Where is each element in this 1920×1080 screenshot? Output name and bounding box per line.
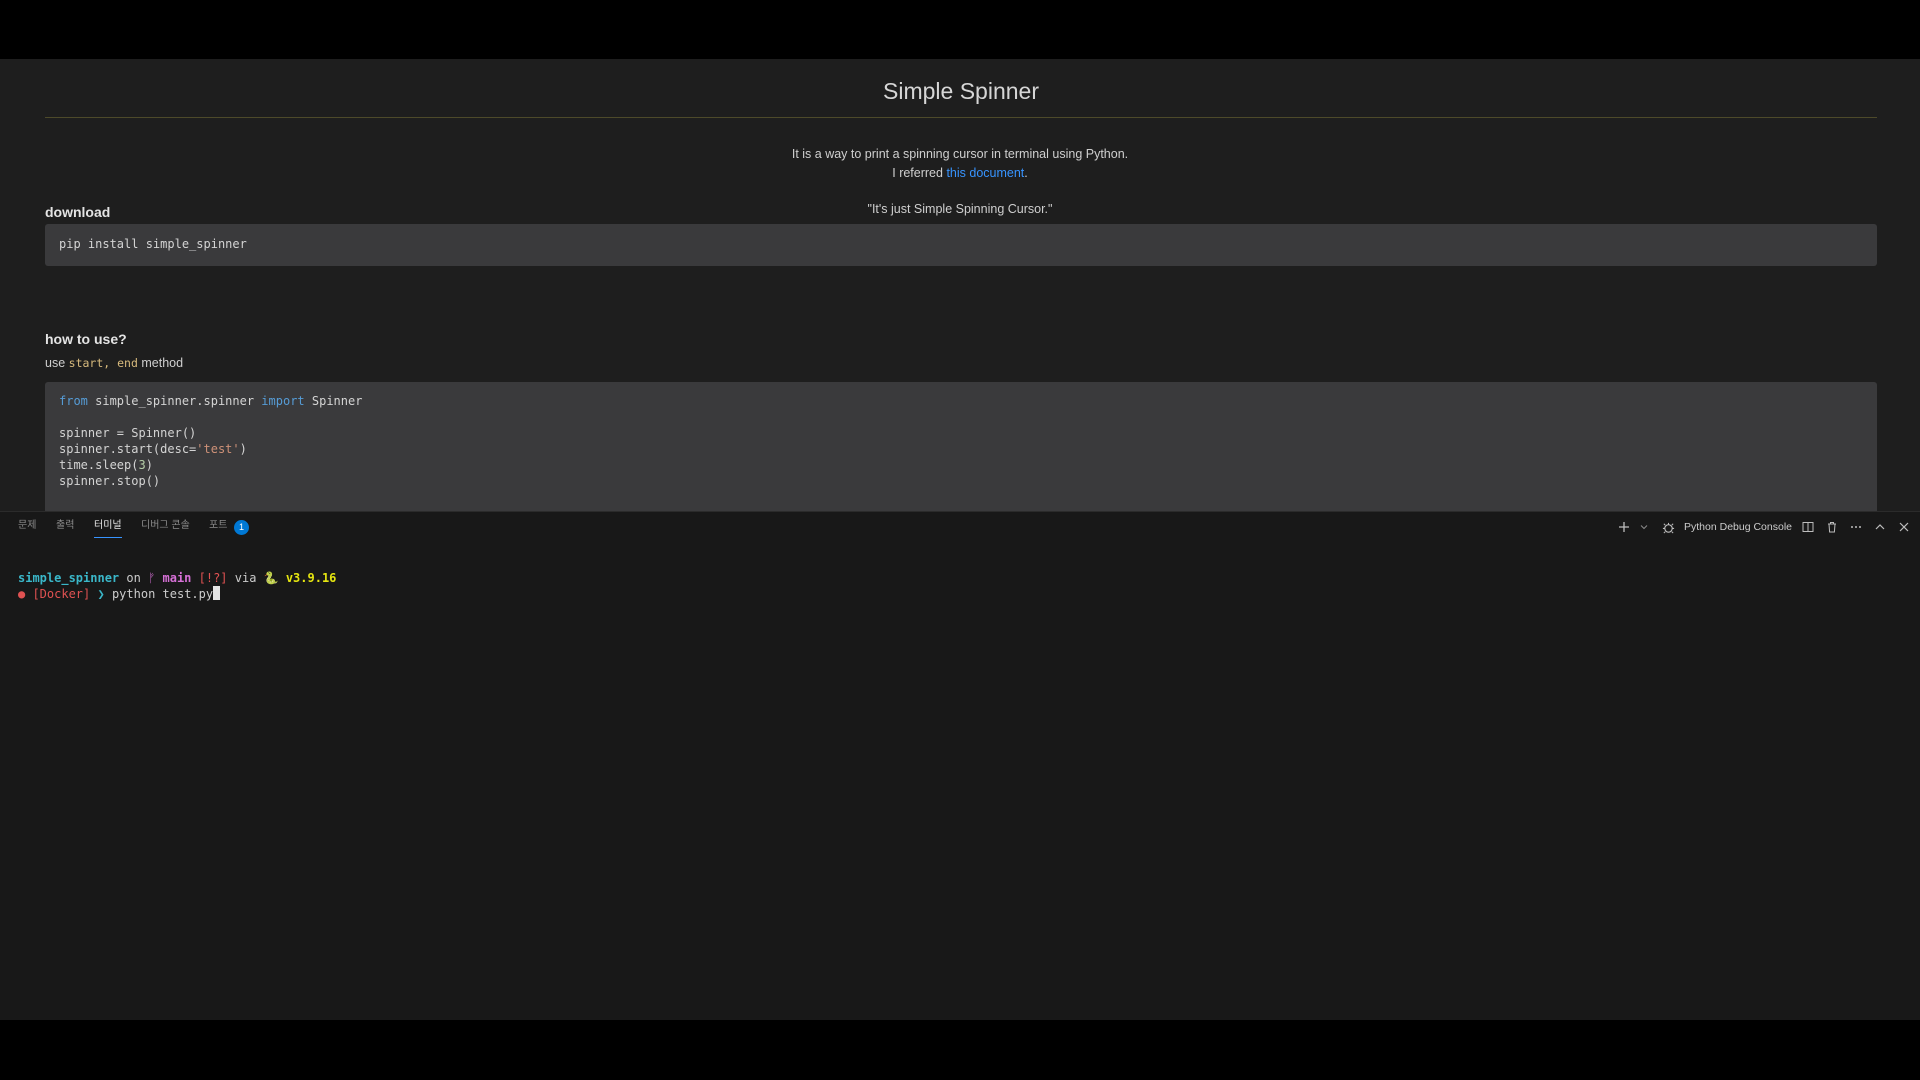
code-line-6: spinner.stop() bbox=[59, 474, 161, 488]
download-code-block: pip install simple_spinner bbox=[45, 224, 1877, 266]
usage-comma: , bbox=[103, 356, 118, 370]
bottom-black-bar bbox=[0, 1020, 1920, 1080]
split-terminal-icon[interactable] bbox=[1800, 519, 1816, 535]
tab-terminal[interactable]: 터미널 bbox=[94, 519, 122, 538]
code-import-name: Spinner bbox=[304, 394, 363, 408]
terminal-git-status: [!?] bbox=[191, 571, 228, 585]
terminal-command: python test.py bbox=[111, 587, 214, 601]
code-line-4-b: ) bbox=[239, 442, 247, 456]
terminal-branch: main bbox=[155, 571, 192, 585]
top-black-bar bbox=[0, 0, 1920, 59]
markdown-preview: Simple Spinner It is a way to print a sp… bbox=[0, 59, 1920, 511]
close-panel-icon[interactable] bbox=[1896, 519, 1912, 535]
reference-link[interactable]: this document bbox=[946, 166, 1024, 180]
tagline-quote: "It's just Simple Spinning Cursor." bbox=[867, 202, 1053, 216]
tab-problems[interactable]: 문제 bbox=[18, 519, 36, 537]
terminal-line-1: simple_spinner on ᚠ main [!?] via 🐍 v3.9… bbox=[18, 570, 336, 586]
code-line-5-a: time.sleep( bbox=[59, 458, 139, 472]
chevron-down-icon[interactable] bbox=[1636, 519, 1652, 535]
panel-tabs: 문제 출력 터미널 디버그 콘솔 포트 1 Python Debug Conso… bbox=[0, 512, 1920, 542]
usage-code-block: from simple_spinner.spinner import Spinn… bbox=[45, 382, 1877, 511]
panel-actions: Python Debug Console bbox=[1616, 518, 1912, 536]
usage-text: use start, end method bbox=[45, 356, 183, 370]
intro-text: It is a way to print a spinning cursor i… bbox=[0, 145, 1920, 183]
terminal-on: on bbox=[119, 571, 149, 585]
intro-line-1: It is a way to print a spinning cursor i… bbox=[791, 147, 1129, 161]
code-line-1: from simple_spinner.spinner import Spinn… bbox=[59, 394, 362, 408]
usage-start-method: start bbox=[68, 356, 104, 370]
usage-end-method: end bbox=[117, 356, 138, 370]
intro-line-2-prefix: I referred bbox=[892, 166, 947, 180]
tab-debug-console[interactable]: 디버그 콘솔 bbox=[141, 519, 190, 537]
tab-ports[interactable]: 포트 bbox=[209, 519, 227, 537]
code-keyword-from: from bbox=[59, 394, 88, 408]
code-keyword-import: import bbox=[261, 394, 305, 408]
more-actions-icon[interactable] bbox=[1848, 519, 1864, 535]
download-heading: download bbox=[45, 204, 111, 220]
terminal-cursor bbox=[213, 586, 221, 600]
bottom-panel: 문제 출력 터미널 디버그 콘솔 포트 1 Python Debug Conso… bbox=[0, 511, 1920, 1021]
code-number: 3 bbox=[138, 458, 146, 472]
python-version: v3.9.16 bbox=[278, 571, 337, 585]
code-line-3: spinner = Spinner() bbox=[59, 426, 197, 440]
code-module: simple_spinner.spinner bbox=[87, 394, 262, 408]
download-code: pip install simple_spinner bbox=[59, 237, 247, 251]
code-line-5-b: ) bbox=[145, 458, 153, 472]
terminal-directory: simple_spinner bbox=[18, 571, 120, 585]
ports-count-badge: 1 bbox=[234, 520, 249, 535]
maximize-panel-icon[interactable] bbox=[1872, 519, 1888, 535]
terminal-name[interactable]: Python Debug Console bbox=[1684, 521, 1792, 533]
howto-heading: how to use? bbox=[45, 331, 127, 347]
trash-icon[interactable] bbox=[1824, 519, 1840, 535]
docker-context: [Docker] bbox=[25, 587, 91, 601]
prompt-symbol: ❯ bbox=[90, 587, 112, 601]
bug-icon bbox=[1660, 519, 1676, 535]
new-terminal-icon[interactable] bbox=[1616, 519, 1632, 535]
code-line-5: time.sleep(3) bbox=[59, 458, 153, 472]
terminal-line-2: ● [Docker] ❯ python test.py bbox=[18, 586, 336, 602]
terminal-via: via bbox=[227, 571, 264, 585]
intro-line-2-suffix: . bbox=[1024, 166, 1028, 180]
code-line-4: spinner.start(desc='test') bbox=[59, 442, 247, 456]
usage-suffix: method bbox=[137, 356, 184, 370]
code-string: 'test' bbox=[196, 442, 240, 456]
code-line-4-a: spinner.start(desc= bbox=[59, 442, 197, 456]
tab-output[interactable]: 출력 bbox=[56, 519, 74, 537]
python-icon: 🐍 bbox=[263, 571, 279, 585]
terminal-output[interactable]: simple_spinner on ᚠ main [!?] via 🐍 v3.9… bbox=[18, 570, 336, 602]
intro-line-2: I referred this document. bbox=[0, 164, 1920, 183]
page-title: Simple Spinner bbox=[45, 71, 1877, 118]
usage-prefix: use bbox=[45, 356, 69, 370]
